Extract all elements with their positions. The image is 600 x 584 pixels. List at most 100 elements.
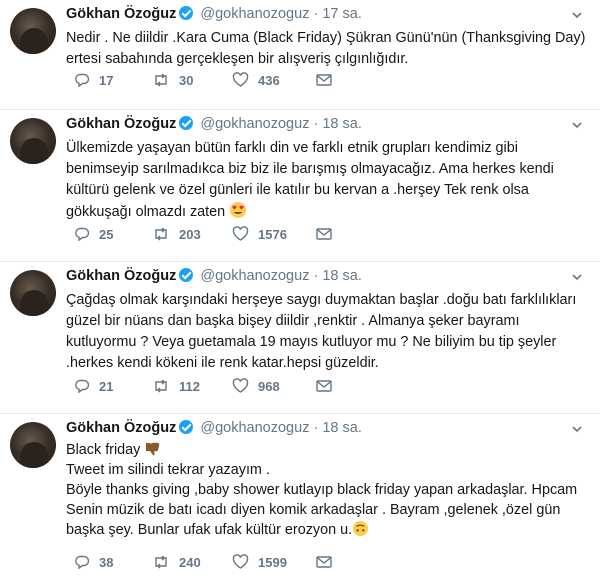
avatar[interactable] [10, 118, 56, 164]
direct-message-button[interactable] [316, 227, 332, 241]
retweet-count: 30 [179, 72, 194, 88]
heart-icon [232, 226, 249, 241]
reply-icon [75, 379, 90, 394]
reply-count: 25 [99, 226, 114, 242]
heart-icon [232, 378, 249, 393]
reply-count: 21 [99, 378, 114, 394]
timestamp[interactable]: 18 sa. [322, 420, 362, 436]
tweet-feed: Gökhan Özoğuz @gokhanozoguz · 17 sa. Ned… [0, 0, 600, 584]
retweet-button[interactable]: 30 [152, 72, 193, 88]
author-name[interactable]: Gökhan Özoğuz [66, 116, 176, 132]
chevron-down-icon[interactable] [572, 272, 582, 282]
tweet[interactable]: Gökhan Özoğuz @gokhanozoguz · 18 sa. Ülk… [0, 110, 600, 262]
retweet-icon [155, 73, 167, 87]
retweet-button[interactable]: 112 [152, 378, 200, 394]
reply-count: 38 [99, 554, 114, 570]
reply-icon [75, 227, 90, 242]
avatar[interactable] [10, 8, 56, 54]
retweet-icon [155, 379, 167, 393]
tweet-line: benimseyip sarılmadıkca biz biz ile barı… [66, 161, 554, 177]
direct-message-button[interactable] [316, 555, 332, 569]
reply-button[interactable]: 21 [74, 378, 113, 394]
envelope-icon [316, 556, 332, 568]
author-handle[interactable]: @gokhanozoguz [200, 268, 309, 284]
upside-down-face-emoji-icon [353, 520, 369, 537]
tweet-header: Gökhan Özoğuz @gokhanozoguz · 18 sa. [66, 116, 362, 132]
tweet-line: ertesi sabahında gerçekleşen bir alışver… [66, 51, 409, 67]
avatar[interactable] [10, 270, 56, 316]
tweet-line: Ülkemizde yaşayan bütün farklı din ve fa… [66, 140, 518, 156]
timestamp[interactable]: 17 sa. [322, 6, 362, 22]
reply-icon [75, 73, 90, 88]
timestamp[interactable]: 18 sa. [322, 116, 362, 132]
tweet-line: Çağdaş olmak karşındaki herşeye saygı du… [66, 292, 577, 308]
verified-badge-icon [179, 420, 194, 434]
tweet-line: .herkes kendi kökeni ile renk katar.heps… [66, 355, 379, 371]
author-handle[interactable]: @gokhanozoguz [200, 420, 309, 436]
thumbs-down-emoji-icon [146, 442, 160, 456]
tweet-text: Black friday Tweet im silindi tekrar yaz… [66, 440, 580, 540]
reply-button[interactable]: 38 [74, 554, 113, 570]
tweet-line: Black friday [66, 440, 580, 460]
tweet-line: kutluyormu ? Veya guetamala 19 mayıs kut… [66, 334, 557, 350]
author-name[interactable]: Gökhan Özoğuz [66, 420, 176, 436]
retweet-button[interactable]: 203 [152, 226, 201, 242]
direct-message-button[interactable] [316, 379, 332, 393]
retweet-count: 203 [179, 226, 201, 242]
tweet-line: güzel bir nüans dan başka bişey diildir … [66, 313, 520, 329]
retweet-button[interactable]: 240 [152, 554, 201, 570]
chevron-down-icon[interactable] [572, 120, 582, 130]
tweet-line-text: Black friday [66, 442, 141, 458]
heart-icon [232, 72, 249, 87]
envelope-icon [316, 380, 332, 392]
reply-button[interactable]: 25 [74, 226, 113, 242]
verified-badge-icon [179, 268, 194, 282]
separator-dot: · [313, 116, 319, 132]
separator-dot: · [313, 268, 319, 284]
retweet-icon [155, 555, 167, 569]
envelope-icon [316, 228, 332, 240]
author-handle[interactable]: @gokhanozoguz [200, 6, 309, 22]
reply-icon [75, 555, 90, 570]
chevron-down-icon[interactable] [572, 424, 582, 434]
like-button[interactable]: 436 [232, 72, 280, 88]
retweet-count: 240 [179, 554, 201, 570]
separator-dot: · [313, 420, 319, 436]
tweet-line-text: başka şey. Bunlar ufak ufak kültür erozy… [66, 522, 353, 538]
author-name[interactable]: Gökhan Özoğuz [66, 6, 176, 22]
like-button[interactable]: 968 [232, 378, 280, 394]
tweet[interactable]: Gökhan Özoğuz @gokhanozoguz · 18 sa. Bla… [0, 414, 600, 584]
verified-badge-icon [179, 116, 194, 130]
tweet[interactable]: Gökhan Özoğuz @gokhanozoguz · 18 sa. Çağ… [0, 262, 600, 414]
tweet-header: Gökhan Özoğuz @gokhanozoguz · 18 sa. [66, 420, 362, 436]
tweet-header: Gökhan Özoğuz @gokhanozoguz · 17 sa. [66, 6, 362, 22]
tweet-line: başka şey. Bunlar ufak ufak kültür erozy… [66, 520, 580, 540]
tweet-header: Gökhan Özoğuz @gokhanozoguz · 18 sa. [66, 268, 362, 284]
author-name[interactable]: Gökhan Özoğuz [66, 268, 176, 284]
reply-button[interactable]: 17 [74, 72, 113, 88]
tweet-text: Çağdaş olmak karşındaki herşeye saygı du… [66, 290, 580, 374]
tweet-line: Tweet im silindi tekrar yazayım . [66, 462, 270, 478]
retweet-icon [155, 227, 167, 241]
tweet-line: kültürü gelenk ve özel günleri ile katıl… [66, 182, 529, 198]
like-button[interactable]: 1599 [232, 554, 287, 570]
envelope-icon [316, 74, 332, 86]
chevron-down-icon[interactable] [572, 10, 582, 20]
tweet-line-text: gökkuşağı olmazdı zaten [66, 204, 226, 220]
like-button[interactable]: 1576 [232, 226, 287, 242]
author-handle[interactable]: @gokhanozoguz [200, 116, 309, 132]
timestamp[interactable]: 18 sa. [322, 268, 362, 284]
avatar[interactable] [10, 422, 56, 468]
like-count: 436 [258, 72, 280, 88]
tweet-text: Ülkemizde yaşayan bütün farklı din ve fa… [66, 138, 580, 223]
heart-eyes-emoji-icon [230, 202, 247, 218]
tweet[interactable]: Gökhan Özoğuz @gokhanozoguz · 17 sa. Ned… [0, 0, 600, 110]
like-count: 1599 [258, 554, 287, 570]
direct-message-button[interactable] [316, 73, 332, 87]
retweet-count: 112 [179, 378, 200, 394]
like-count: 1576 [258, 226, 287, 242]
separator-dot: · [313, 6, 319, 22]
tweet-line: Böyle thanks giving ,baby shower kutlayı… [66, 482, 578, 498]
like-count: 968 [258, 378, 280, 394]
tweet-text: Nedir . Ne diildir .Kara Cuma (Black Fri… [66, 28, 585, 70]
